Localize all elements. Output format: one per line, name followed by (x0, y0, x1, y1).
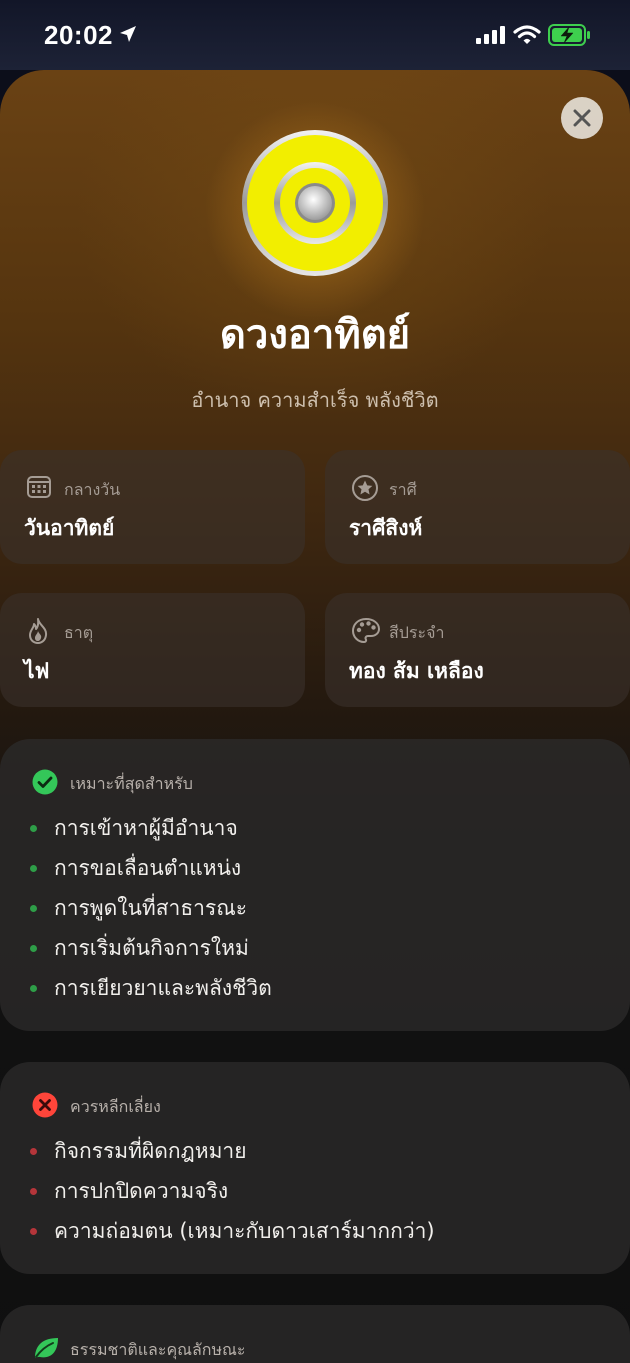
list-item: กิจกรรมที่ผิดกฎหมาย (30, 1136, 435, 1176)
info-value: ราศีสิงห์ (349, 516, 423, 540)
list-item: การเยียวยาและพลังชีวิต (30, 973, 272, 1013)
planet-keywords: อำนาจ ความสำเร็จ พลังชีวิต (191, 388, 439, 412)
bullet-dot (30, 865, 37, 872)
location-arrow-icon (118, 24, 138, 48)
info-card-day: กลางวัน วันอาทิตย์ (0, 450, 305, 564)
info-label: ธาตุ (64, 623, 94, 642)
list-item: การเข้าหาผู้มีอำนาจ (30, 813, 272, 853)
best-for-title: เหมาะที่สุดสำหรับ (70, 774, 193, 793)
list-item: ความถ่อมตน (เหมาะกับดาวเสาร์มากกว่า) (30, 1216, 435, 1256)
flame-icon (26, 617, 50, 649)
star-icon (351, 474, 379, 506)
close-button[interactable] (561, 97, 603, 139)
info-card-zodiac: ราศี ราศีสิงห์ (325, 450, 630, 564)
battery-charging-icon (548, 24, 592, 50)
avoid-card: ควรหลีกเลี่ยง กิจกรรมที่ผิดกฎหมาย การปกป… (0, 1062, 630, 1274)
bullet-dot (30, 945, 37, 952)
planet-detail-sheet: ดวงอาทิตย์ อำนาจ ความสำเร็จ พลังชีวิต กล… (0, 70, 630, 1363)
bullet-dot (30, 1228, 37, 1235)
list-item: การพูดในที่สาธารณะ (30, 893, 272, 933)
best-for-list: การเข้าหาผู้มีอำนาจ การขอเลื่อนตำแหน่ง ก… (30, 813, 272, 1013)
info-value: ไฟ (24, 659, 50, 683)
checkmark-circle-icon (32, 769, 58, 799)
calendar-icon (26, 474, 52, 504)
best-for-card: เหมาะที่สุดสำหรับ การเข้าหาผู้มีอำนาจ กา… (0, 739, 630, 1031)
close-icon (573, 109, 591, 127)
bullet-dot (30, 825, 37, 832)
avoid-title: ควรหลีกเลี่ยง (70, 1097, 161, 1116)
info-value: วันอาทิตย์ (24, 516, 115, 540)
info-value: ทอง ส้ม เหลือง (349, 659, 484, 683)
info-label: กลางวัน (64, 480, 121, 499)
bullet-dot (30, 1148, 37, 1155)
status-time: 20:02 (44, 20, 113, 50)
info-label: ราศี (389, 480, 417, 499)
list-item: การเริ่มต้นกิจการใหม่ (30, 933, 272, 973)
bullet-dot (30, 1188, 37, 1195)
info-label: สีประจำ (389, 623, 445, 642)
palette-icon (351, 617, 381, 649)
xmark-circle-icon (32, 1092, 58, 1122)
list-item: การขอเลื่อนตำแหน่ง (30, 853, 272, 893)
list-item: การปกปิดความจริง (30, 1176, 435, 1216)
info-card-element: ธาตุ ไฟ (0, 593, 305, 707)
avoid-list: กิจกรรมที่ผิดกฎหมาย การปกปิดความจริง ควา… (30, 1136, 435, 1256)
cellular-signal-icon (476, 26, 506, 48)
nature-card: ธรรมชาติและคุณลักษณะ (0, 1305, 630, 1363)
nature-title: ธรรมชาติและคุณลักษณะ (70, 1340, 246, 1359)
leaf-icon (32, 1335, 60, 1363)
info-card-colors: สีประจำ ทอง ส้ม เหลือง (325, 593, 630, 707)
bullet-dot (30, 905, 37, 912)
status-bar: 20:02 (0, 0, 630, 70)
bullet-dot (30, 985, 37, 992)
wifi-icon (513, 24, 541, 50)
sun-planet-icon (240, 128, 390, 282)
planet-title: ดวงอาทิตย์ (219, 312, 411, 358)
